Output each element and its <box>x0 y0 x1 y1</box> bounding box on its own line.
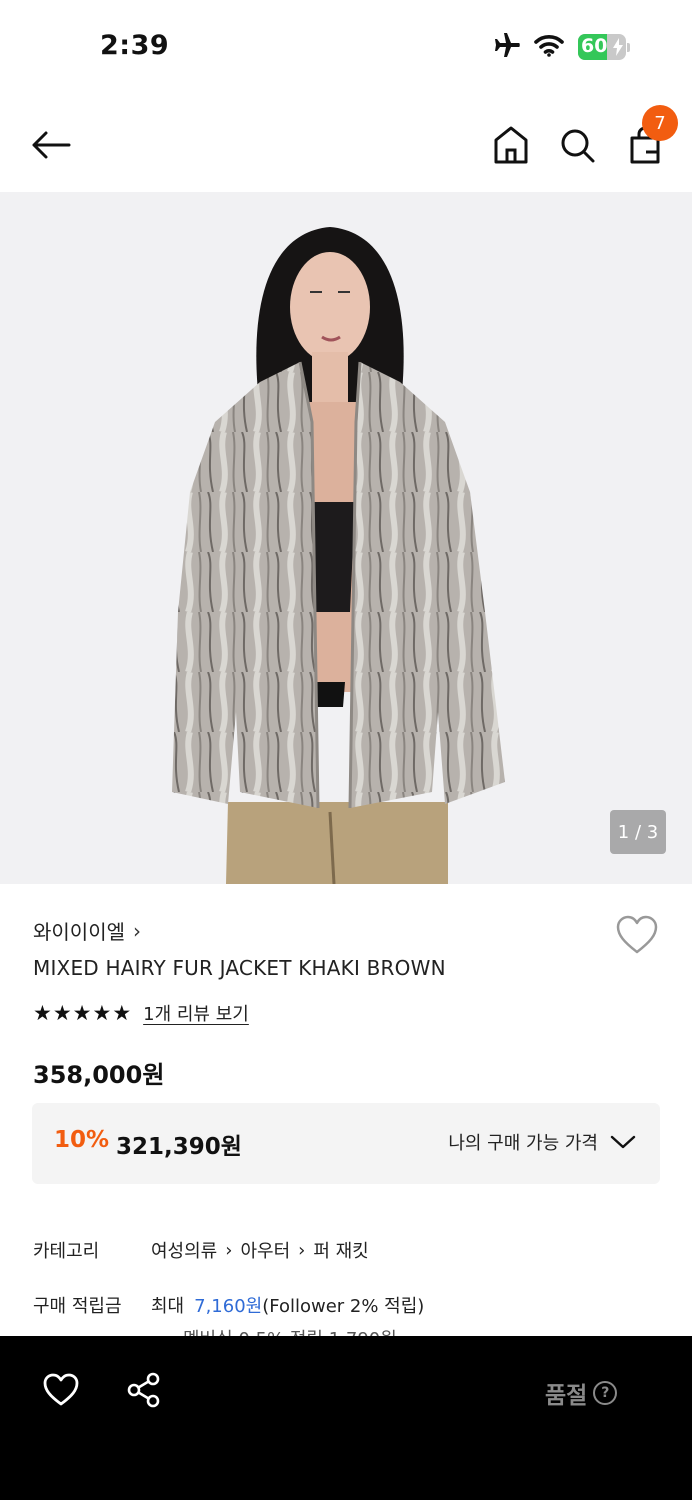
category-item[interactable]: 여성의류 <box>151 1237 217 1263</box>
sale-price: 321,390원 <box>116 1134 242 1160</box>
discount-rate: 10% <box>54 1127 110 1153</box>
points-row: 구매 적립금 최대 7,160원 (Follower 2% 적립) <box>33 1292 424 1318</box>
back-arrow-icon <box>32 131 71 159</box>
product-name: MIXED HAIRY FUR JACKET KHAKI BROWN <box>33 956 446 980</box>
battery-icon: 60 <box>578 34 630 60</box>
airplane-icon <box>492 32 520 62</box>
category-item[interactable]: 아우터 <box>240 1237 290 1263</box>
star-icon: ★ <box>72 1001 92 1025</box>
image-counter: 1 / 3 <box>610 810 666 854</box>
search-icon <box>561 129 595 163</box>
points-value: 최대 7,160원 (Follower 2% 적립) <box>151 1292 424 1318</box>
share-button[interactable] <box>126 1372 162 1408</box>
soldout-status: 품절 ? <box>545 1376 618 1410</box>
points-suffix: (Follower 2% 적립) <box>262 1296 425 1317</box>
soldout-label: 품절 <box>545 1383 588 1409</box>
star-icon: ★ <box>92 1001 112 1025</box>
price-box: 10% 321,390원 나의 구매 가능 가격 <box>32 1103 660 1184</box>
search-button[interactable] <box>556 122 598 168</box>
category-label: 카테고리 <box>33 1241 100 1262</box>
status-icons: 60 <box>492 32 630 62</box>
model-photo <box>0 192 692 884</box>
points-prefix: 최대 <box>151 1296 185 1317</box>
chevron-right-icon: › <box>298 1239 306 1261</box>
chevron-right-icon: › <box>133 918 141 943</box>
cart-count-badge: 7 <box>642 105 678 141</box>
star-icon: ★ <box>33 1001 52 1025</box>
list-price: 358,000원 <box>33 1061 165 1089</box>
top-nav <box>0 100 692 190</box>
heart-icon <box>616 915 658 954</box>
back-button[interactable] <box>28 122 74 168</box>
home-button[interactable] <box>490 122 532 168</box>
category-row: 카테고리 여성의류 › 아우터 › 퍼 재킷 <box>33 1237 369 1263</box>
star-icon: ★ <box>52 1001 72 1025</box>
brand-name: 와이이이엘 <box>33 920 125 944</box>
chevron-right-icon: › <box>225 1239 233 1261</box>
rating-row: ★ ★ ★ ★ ★ 1개 리뷰 보기 <box>33 1000 249 1026</box>
category-path: 여성의류 › 아우터 › 퍼 재킷 <box>151 1237 369 1263</box>
share-icon <box>127 1372 160 1408</box>
battery-level: 60 <box>581 35 608 57</box>
review-link[interactable]: 1개 리뷰 보기 <box>143 1000 249 1026</box>
status-time: 2:39 <box>100 30 170 61</box>
my-price-label: 나의 구매 가능 가격 <box>448 1133 598 1154</box>
points-amount: 7,160원 <box>194 1296 263 1317</box>
star-icon: ★ <box>112 1001 132 1025</box>
my-price-toggle[interactable]: 나의 구매 가능 가격 <box>448 1129 636 1155</box>
heart-icon <box>43 1373 79 1406</box>
help-icon[interactable]: ? <box>593 1381 618 1405</box>
home-icon <box>494 126 528 164</box>
points-label: 구매 적립금 <box>33 1296 122 1317</box>
bottom-wishlist-button[interactable] <box>42 1372 80 1408</box>
chevron-down-icon <box>610 1135 636 1149</box>
brand-link[interactable]: 와이이이엘 › <box>33 916 141 945</box>
category-item[interactable]: 퍼 재킷 <box>313 1237 368 1263</box>
product-image[interactable]: 1 / 3 <box>0 192 692 884</box>
wifi-icon <box>534 33 564 61</box>
rating-stars: ★ ★ ★ ★ ★ <box>33 1001 131 1025</box>
bottom-action-bar: 품절 ? <box>0 1336 692 1500</box>
status-bar: 2:39 60 <box>0 0 692 92</box>
wishlist-button[interactable] <box>614 914 660 956</box>
